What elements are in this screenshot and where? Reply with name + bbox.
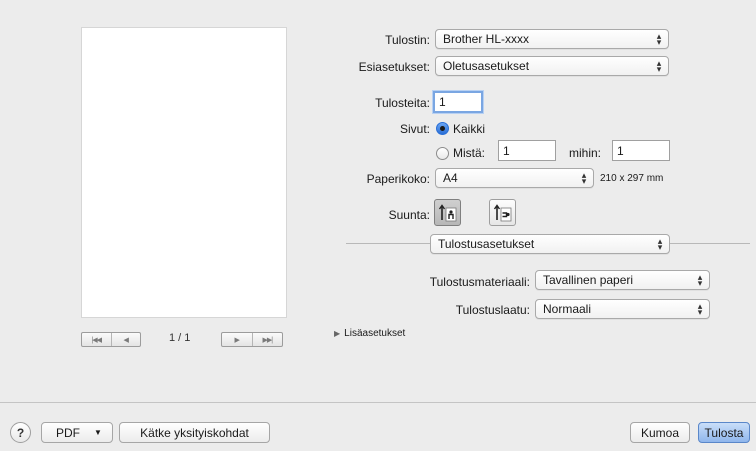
updown-arrows-icon: ▴ ▾ [697,301,703,317]
paper-size-value: A4 [443,171,458,185]
previous-page-button[interactable]: ◀ [110,333,141,346]
portrait-orientation-icon [438,203,456,221]
quality-select[interactable]: Normaali ▴ ▾ [535,299,710,319]
hide-details-label: Kätke yksityiskohdat [140,425,249,440]
pages-to-input[interactable]: 1 [612,140,670,161]
paper-size-select[interactable]: A4 ▴ ▾ [435,168,594,188]
pages-from-label: Mistä: [453,146,486,160]
advanced-disclosure[interactable]: ▶ Lisäasetukset [334,328,405,339]
section-divider-left [346,243,430,244]
landscape-button[interactable] [489,199,516,226]
page-indicator: 1 / 1 [169,332,191,344]
print-label: Tulosta [704,425,744,440]
paper-size-label: Paperikoko: [366,172,430,186]
preview-back-controls: |◀◀ ◀ [81,332,141,347]
presets-value: Oletusasetukset [443,59,530,73]
pages-from-input[interactable]: 1 [498,140,556,161]
preview-forward-controls: ▶ ▶▶| [221,332,283,347]
updown-arrows-icon: ▴ ▾ [581,170,587,186]
pages-label: Sivut: [399,122,430,136]
footer-divider [0,402,756,403]
quality-label: Tulostuslaatu: [455,303,530,317]
updown-arrows-icon: ▴ ▾ [656,58,662,74]
cancel-button[interactable]: Kumoa [630,422,690,443]
media-select[interactable]: Tavallinen paperi ▴ ▾ [535,270,710,290]
updown-arrows-icon: ▴ ▾ [697,272,703,288]
section-select[interactable]: Tulostusasetukset ▴ ▾ [430,234,670,254]
pages-all-radio[interactable] [436,122,449,135]
section-divider-right [670,243,750,244]
help-button[interactable]: ? [10,422,31,443]
portrait-button[interactable] [434,199,461,226]
pages-all-label: Kaikki [453,122,486,136]
landscape-orientation-icon [493,203,511,221]
hide-details-button[interactable]: Kätke yksityiskohdat [119,422,270,443]
chevron-down-icon: ▼ [94,428,102,437]
last-page-button[interactable]: ▶▶| [251,333,283,346]
media-label: Tulostusmateriaali: [429,275,530,289]
presets-label: Esiasetukset: [358,60,430,74]
paper-dimensions: 210 x 297 mm [600,173,664,184]
next-page-button[interactable]: ▶ [222,333,252,346]
printer-label: Tulostin: [385,33,430,47]
copies-label: Tulosteita: [375,96,430,110]
updown-arrows-icon: ▴ ▾ [657,236,663,252]
help-icon: ? [16,425,25,440]
page-preview [81,27,287,318]
media-value: Tavallinen paperi [543,273,634,287]
presets-select[interactable]: Oletusasetukset ▴ ▾ [435,56,669,76]
pages-range-radio[interactable] [436,147,449,160]
pages-to-label: mihin: [569,146,602,160]
first-page-button[interactable]: |◀◀ [82,333,111,346]
section-value: Tulostusasetukset [438,237,535,251]
disclosure-triangle-icon: ▶ [334,329,341,338]
print-button[interactable]: Tulosta [698,422,750,443]
printer-select[interactable]: Brother HL-xxxx ▴ ▾ [435,29,669,49]
quality-value: Normaali [543,302,592,316]
pdf-menu-button[interactable]: PDF ▼ [41,422,113,443]
printer-value: Brother HL-xxxx [443,32,530,46]
copies-input[interactable]: 1 [433,91,483,113]
cancel-label: Kumoa [640,425,680,440]
orientation-label: Suunta: [388,208,430,222]
updown-arrows-icon: ▴ ▾ [656,31,662,47]
pdf-label: PDF [56,425,80,440]
advanced-label: Lisäasetukset [344,328,406,339]
